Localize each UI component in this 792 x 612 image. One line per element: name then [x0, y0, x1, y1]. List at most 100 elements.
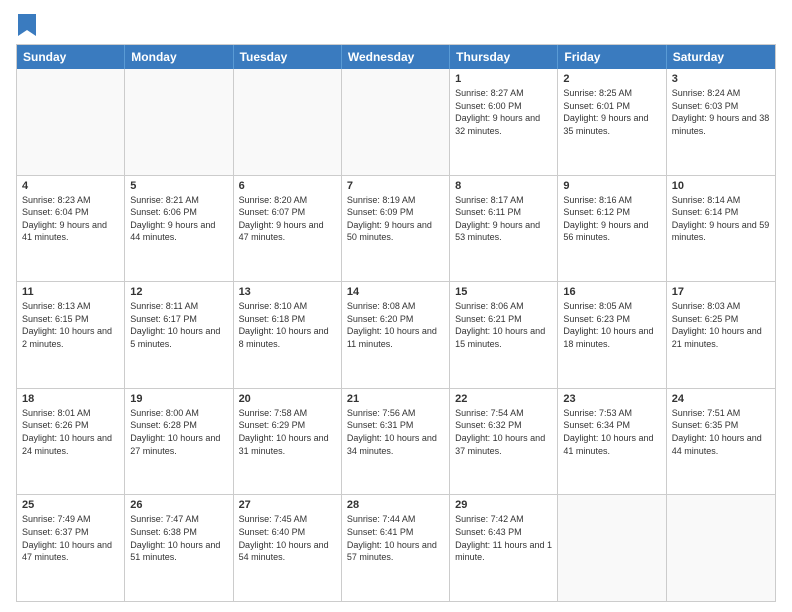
cal-cell-w1-d2: [125, 69, 233, 175]
day-info: Sunrise: 7:47 AM Sunset: 6:38 PM Dayligh…: [130, 513, 227, 563]
header-thursday: Thursday: [450, 45, 558, 69]
cal-cell-w2-d1: 4 Sunrise: 8:23 AM Sunset: 6:04 PM Daylig…: [17, 176, 125, 282]
day-info: Sunrise: 8:03 AM Sunset: 6:25 PM Dayligh…: [672, 300, 770, 350]
day-info: Sunrise: 8:25 AM Sunset: 6:01 PM Dayligh…: [563, 87, 660, 137]
cal-cell-w4-d7: 24 Sunrise: 7:51 AM Sunset: 6:35 PM Dayli…: [667, 389, 775, 495]
calendar-header: Sunday Monday Tuesday Wednesday Thursday…: [17, 45, 775, 69]
header: [16, 16, 776, 36]
day-info: Sunrise: 8:11 AM Sunset: 6:17 PM Dayligh…: [130, 300, 227, 350]
day-number: 7: [347, 180, 444, 192]
week-row-3: 11 Sunrise: 8:13 AM Sunset: 6:15 PM Dayli…: [17, 281, 775, 388]
cal-cell-w1-d1: [17, 69, 125, 175]
cal-cell-w3-d6: 16Sunrise: 8:05 AM Sunset: 6:23 PM Dayli…: [558, 282, 666, 388]
cal-cell-w2-d7: 10 Sunrise: 8:14 AM Sunset: 6:14 PM Dayli…: [667, 176, 775, 282]
cal-cell-w1-d5: 1 Sunrise: 8:27 AM Sunset: 6:00 PM Daylig…: [450, 69, 558, 175]
day-number: 25: [22, 499, 119, 511]
day-number: 21: [347, 393, 444, 405]
cal-cell-w2-d2: 5 Sunrise: 8:21 AM Sunset: 6:06 PM Daylig…: [125, 176, 233, 282]
header-tuesday: Tuesday: [234, 45, 342, 69]
cal-cell-w1-d4: [342, 69, 450, 175]
day-number: 11: [22, 286, 119, 298]
cal-cell-w3-d5: 15 Sunrise: 8:06 AM Sunset: 6:21 PM Dayli…: [450, 282, 558, 388]
day-info: Sunrise: 8:05 AM Sunset: 6:23 PM Dayligh…: [563, 300, 660, 350]
day-number: 13: [239, 286, 336, 298]
week-row-4: 18Sunrise: 8:01 AM Sunset: 6:26 PM Dayli…: [17, 388, 775, 495]
day-number: 5: [130, 180, 227, 192]
day-number: 28: [347, 499, 444, 511]
day-number: 24: [672, 393, 770, 405]
cal-cell-w4-d1: 18Sunrise: 8:01 AM Sunset: 6:26 PM Dayli…: [17, 389, 125, 495]
cal-cell-w5-d5: 29 Sunrise: 7:42 AM Sunset: 6:43 PM Dayli…: [450, 495, 558, 601]
week-row-2: 4 Sunrise: 8:23 AM Sunset: 6:04 PM Daylig…: [17, 175, 775, 282]
day-info: Sunrise: 8:13 AM Sunset: 6:15 PM Dayligh…: [22, 300, 119, 350]
cal-cell-w3-d1: 11 Sunrise: 8:13 AM Sunset: 6:15 PM Dayli…: [17, 282, 125, 388]
day-info: Sunrise: 8:14 AM Sunset: 6:14 PM Dayligh…: [672, 194, 770, 244]
day-info: Sunrise: 7:44 AM Sunset: 6:41 PM Dayligh…: [347, 513, 444, 563]
cal-cell-w2-d3: 6 Sunrise: 8:20 AM Sunset: 6:07 PM Daylig…: [234, 176, 342, 282]
day-info: Sunrise: 7:53 AM Sunset: 6:34 PM Dayligh…: [563, 407, 660, 457]
day-info: Sunrise: 7:51 AM Sunset: 6:35 PM Dayligh…: [672, 407, 770, 457]
cal-cell-w5-d1: 25 Sunrise: 7:49 AM Sunset: 6:37 PM Dayli…: [17, 495, 125, 601]
cal-cell-w4-d2: 19Sunrise: 8:00 AM Sunset: 6:28 PM Dayli…: [125, 389, 233, 495]
header-friday: Friday: [558, 45, 666, 69]
day-number: 17: [672, 286, 770, 298]
cal-cell-w5-d7: [667, 495, 775, 601]
day-info: Sunrise: 7:58 AM Sunset: 6:29 PM Dayligh…: [239, 407, 336, 457]
cal-cell-w3-d3: 13 Sunrise: 8:10 AM Sunset: 6:18 PM Dayli…: [234, 282, 342, 388]
day-number: 12: [130, 286, 227, 298]
day-info: Sunrise: 8:20 AM Sunset: 6:07 PM Dayligh…: [239, 194, 336, 244]
cal-cell-w4-d6: 23Sunrise: 7:53 AM Sunset: 6:34 PM Dayli…: [558, 389, 666, 495]
day-number: 4: [22, 180, 119, 192]
day-number: 8: [455, 180, 552, 192]
day-info: Sunrise: 8:08 AM Sunset: 6:20 PM Dayligh…: [347, 300, 444, 350]
header-wednesday: Wednesday: [342, 45, 450, 69]
cal-cell-w2-d5: 8 Sunrise: 8:17 AM Sunset: 6:11 PM Daylig…: [450, 176, 558, 282]
day-number: 2: [563, 73, 660, 85]
cal-cell-w5-d2: 26 Sunrise: 7:47 AM Sunset: 6:38 PM Dayli…: [125, 495, 233, 601]
logo-text: [16, 16, 36, 36]
day-number: 9: [563, 180, 660, 192]
cal-cell-w1-d6: 2 Sunrise: 8:25 AM Sunset: 6:01 PM Daylig…: [558, 69, 666, 175]
day-info: Sunrise: 7:56 AM Sunset: 6:31 PM Dayligh…: [347, 407, 444, 457]
day-number: 20: [239, 393, 336, 405]
day-info: Sunrise: 8:06 AM Sunset: 6:21 PM Dayligh…: [455, 300, 552, 350]
day-number: 1: [455, 73, 552, 85]
day-info: Sunrise: 8:27 AM Sunset: 6:00 PM Dayligh…: [455, 87, 552, 137]
header-saturday: Saturday: [667, 45, 775, 69]
day-number: 14: [347, 286, 444, 298]
calendar: Sunday Monday Tuesday Wednesday Thursday…: [16, 44, 776, 602]
cal-cell-w4-d3: 20 Sunrise: 7:58 AM Sunset: 6:29 PM Dayli…: [234, 389, 342, 495]
day-info: Sunrise: 8:10 AM Sunset: 6:18 PM Dayligh…: [239, 300, 336, 350]
day-number: 6: [239, 180, 336, 192]
day-info: Sunrise: 7:42 AM Sunset: 6:43 PM Dayligh…: [455, 513, 552, 563]
logo: [16, 16, 36, 36]
cal-cell-w1-d3: [234, 69, 342, 175]
cal-cell-w5-d3: 27 Sunrise: 7:45 AM Sunset: 6:40 PM Dayli…: [234, 495, 342, 601]
header-monday: Monday: [125, 45, 233, 69]
day-info: Sunrise: 8:01 AM Sunset: 6:26 PM Dayligh…: [22, 407, 119, 457]
cal-cell-w1-d7: 3 Sunrise: 8:24 AM Sunset: 6:03 PM Daylig…: [667, 69, 775, 175]
week-row-5: 25 Sunrise: 7:49 AM Sunset: 6:37 PM Dayli…: [17, 494, 775, 601]
day-info: Sunrise: 8:19 AM Sunset: 6:09 PM Dayligh…: [347, 194, 444, 244]
day-info: Sunrise: 7:45 AM Sunset: 6:40 PM Dayligh…: [239, 513, 336, 563]
day-info: Sunrise: 8:16 AM Sunset: 6:12 PM Dayligh…: [563, 194, 660, 244]
cal-cell-w5-d4: 28 Sunrise: 7:44 AM Sunset: 6:41 PM Dayli…: [342, 495, 450, 601]
day-info: Sunrise: 8:17 AM Sunset: 6:11 PM Dayligh…: [455, 194, 552, 244]
day-number: 27: [239, 499, 336, 511]
day-info: Sunrise: 8:21 AM Sunset: 6:06 PM Dayligh…: [130, 194, 227, 244]
day-number: 29: [455, 499, 552, 511]
day-number: 26: [130, 499, 227, 511]
header-sunday: Sunday: [17, 45, 125, 69]
cal-cell-w4-d5: 22Sunrise: 7:54 AM Sunset: 6:32 PM Dayli…: [450, 389, 558, 495]
day-number: 15: [455, 286, 552, 298]
day-number: 10: [672, 180, 770, 192]
day-info: Sunrise: 7:49 AM Sunset: 6:37 PM Dayligh…: [22, 513, 119, 563]
day-number: 3: [672, 73, 770, 85]
cal-cell-w3-d7: 17 Sunrise: 8:03 AM Sunset: 6:25 PM Dayli…: [667, 282, 775, 388]
day-number: 22: [455, 393, 552, 405]
cal-cell-w4-d4: 21 Sunrise: 7:56 AM Sunset: 6:31 PM Dayli…: [342, 389, 450, 495]
cal-cell-w3-d2: 12 Sunrise: 8:11 AM Sunset: 6:17 PM Dayli…: [125, 282, 233, 388]
day-info: Sunrise: 8:23 AM Sunset: 6:04 PM Dayligh…: [22, 194, 119, 244]
day-info: Sunrise: 8:24 AM Sunset: 6:03 PM Dayligh…: [672, 87, 770, 137]
week-row-1: 1 Sunrise: 8:27 AM Sunset: 6:00 PM Daylig…: [17, 69, 775, 175]
